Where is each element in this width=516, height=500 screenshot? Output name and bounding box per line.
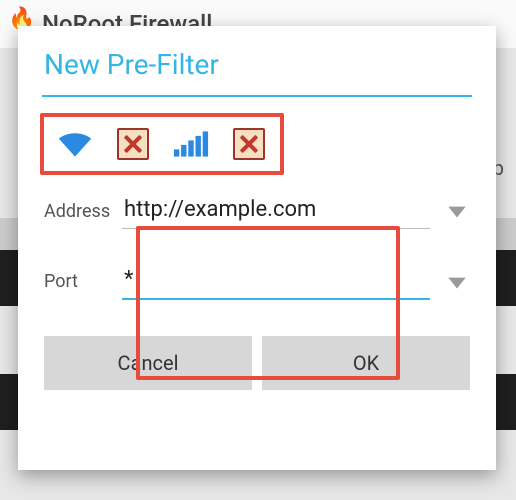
address-dropdown[interactable] [444,198,470,224]
new-prefilter-dialog: New Pre-Filter Address [18,26,496,470]
wifi-block-toggle[interactable] [114,125,152,163]
port-row: Port [44,263,470,300]
port-input[interactable] [122,263,430,300]
address-row: Address [44,193,470,229]
ok-button[interactable]: OK [262,336,470,390]
address-label: Address [44,201,122,222]
dialog-buttons: Cancel OK [44,336,470,390]
dialog-title: New Pre-Filter [44,48,470,81]
port-label: Port [44,271,122,292]
cellular-block-toggle[interactable] [230,125,268,163]
dialog-title-divider [42,95,472,97]
port-dropdown[interactable] [444,269,470,295]
x-icon [117,128,149,160]
cancel-button[interactable]: Cancel [44,336,252,390]
x-icon [233,128,265,160]
network-toggles-highlight [40,113,284,175]
wifi-icon[interactable] [56,125,94,163]
address-input[interactable] [122,193,430,229]
cellular-icon[interactable] [172,125,210,163]
